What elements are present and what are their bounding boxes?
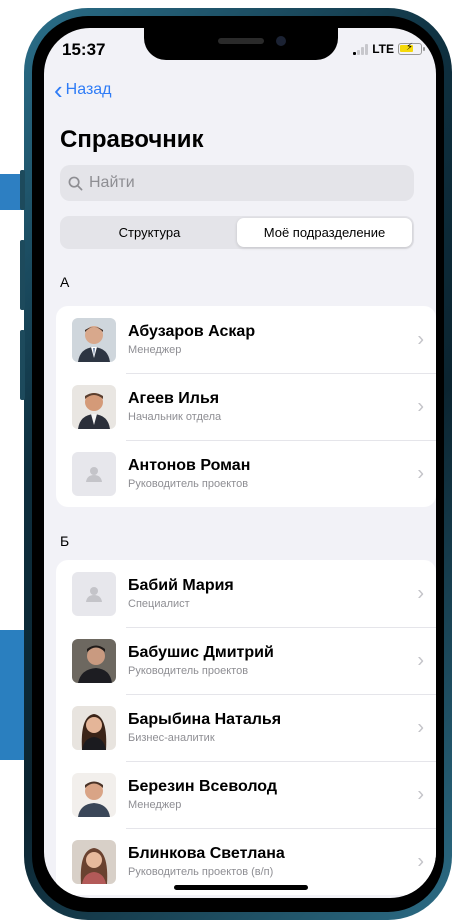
contact-group: Бабий Мария Специалист › Бабушис Дмитрий… [56, 560, 436, 895]
volume-up-button [20, 240, 25, 310]
contact-name: Бабий Мария [128, 577, 234, 594]
network-type: LTE [372, 42, 394, 56]
avatar [72, 384, 116, 429]
chevron-right-icon: › [417, 395, 424, 417]
page-title: Справочник [60, 126, 204, 153]
chevron-right-icon: › [417, 462, 424, 484]
chevron-right-icon: › [417, 783, 424, 805]
segment-structure[interactable]: Структура [62, 218, 237, 247]
avatar-placeholder [72, 451, 116, 496]
chevron-left-icon: ‹ [54, 75, 63, 105]
contact-name: Березин Всеволод [128, 778, 277, 795]
contact-row[interactable]: Абузаров Аскар Менеджер › [56, 306, 436, 373]
contact-name: Антонов Роман [128, 457, 251, 474]
back-label: Назад [65, 81, 112, 98]
contact-role: Специалист [128, 598, 190, 610]
status-indicators: LTE ⚡ [353, 42, 425, 56]
avatar [72, 839, 116, 884]
section-header: Б [60, 533, 70, 549]
chevron-right-icon: › [417, 582, 424, 604]
notch [144, 28, 338, 60]
person-icon [86, 466, 102, 482]
search-bar[interactable] [60, 165, 414, 201]
contact-row[interactable]: Агеев Илья Начальник отдела › [56, 373, 436, 440]
chevron-right-icon: › [417, 850, 424, 872]
avatar [72, 638, 116, 683]
phone-screen: 15:37 LTE ⚡ ‹ Назад Справочник Структура… [44, 28, 436, 898]
search-icon [68, 176, 83, 190]
chevron-right-icon: › [417, 649, 424, 671]
contact-name: Бабушис Дмитрий [128, 644, 274, 661]
person-icon [86, 586, 102, 602]
contact-role: Менеджер [128, 344, 182, 356]
volume-down-button [20, 330, 25, 400]
contact-name: Абузаров Аскар [128, 323, 256, 340]
status-time: 15:37 [62, 40, 106, 59]
contact-role: Бизнес-аналитик [128, 732, 215, 744]
avatar-placeholder [72, 571, 116, 616]
contact-row[interactable]: Барыбина Наталья Бизнес-аналитик › [56, 694, 436, 761]
contact-row[interactable]: Антонов Роман Руководитель проектов › [56, 440, 436, 507]
chevron-right-icon: › [417, 716, 424, 738]
chevron-right-icon: › [417, 328, 424, 350]
contact-group: Абузаров Аскар Менеджер › Агеев Илья Нач… [56, 306, 436, 507]
segment-my-department[interactable]: Моё подразделение [237, 218, 412, 247]
front-camera [276, 36, 286, 46]
back-button[interactable]: ‹ Назад [54, 75, 112, 105]
contact-name: Барыбина Наталья [128, 711, 282, 728]
contact-role: Начальник отдела [128, 411, 222, 423]
contact-row[interactable]: Березин Всеволод Менеджер › [56, 761, 436, 828]
contact-row[interactable]: Бабий Мария Специалист › [56, 560, 436, 627]
contact-name: Блинкова Светлана [128, 845, 285, 862]
contact-name: Агеев Илья [128, 390, 220, 407]
avatar [72, 772, 116, 817]
contact-row[interactable]: Бабушис Дмитрий Руководитель проектов › [56, 627, 436, 694]
silent-switch [20, 170, 25, 210]
section-header: А [60, 274, 70, 290]
avatar [72, 317, 116, 362]
battery-icon: ⚡ [398, 42, 425, 55]
contact-role: Руководитель проектов [128, 478, 249, 490]
contact-role: Руководитель проектов [128, 665, 249, 677]
speaker [218, 38, 264, 44]
segmented-control: Структура Моё подразделение [60, 216, 414, 249]
signal-icon [353, 43, 369, 55]
contact-role: Руководитель проектов (в/п) [128, 866, 274, 878]
contact-role: Менеджер [128, 799, 182, 811]
home-indicator[interactable] [174, 885, 308, 890]
search-input[interactable] [87, 173, 391, 193]
avatar [72, 705, 116, 750]
